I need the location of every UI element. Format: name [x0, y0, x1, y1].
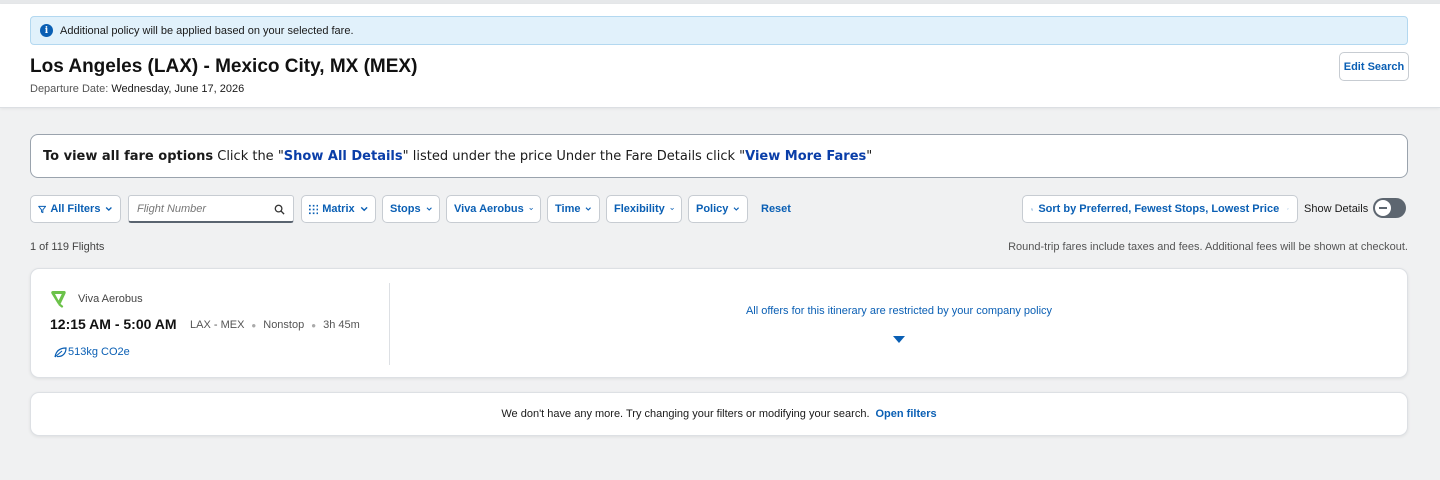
fare-hint-heading: To view all fare options — [43, 148, 214, 164]
chevron-down-icon — [529, 207, 533, 211]
duration-info: 3h 45m — [323, 319, 360, 331]
info-icon: i — [40, 24, 53, 37]
end-of-results-card: We don't have any more. Try changing you… — [30, 392, 1408, 436]
stops-filter-button[interactable]: Stops — [382, 195, 440, 223]
chevron-down-icon — [586, 207, 592, 211]
airline-filter-label: Viva Aerobus — [454, 203, 524, 215]
co2-emissions[interactable]: 513kg CO2e — [54, 346, 130, 358]
fare-hint-text-2: " listed under the price Under the Fare … — [402, 148, 746, 164]
stops-info: Nonstop — [263, 319, 305, 331]
departure-date: Departure Date: Wednesday, June 17, 2026 — [30, 83, 244, 95]
toggle-knob — [1375, 200, 1391, 216]
chevron-down-icon — [670, 207, 674, 211]
fare-hint-text-3: " — [866, 148, 873, 164]
flexibility-label: Flexibility — [614, 203, 665, 215]
chevron-down-icon — [1287, 208, 1289, 210]
sort-label: Sort by Preferred, Fewest Stops, Lowest … — [1038, 203, 1280, 215]
airline-filter-button[interactable]: Viva Aerobus — [446, 195, 541, 223]
chevron-down-icon — [360, 206, 368, 212]
chevron-down-icon — [733, 207, 740, 211]
show-all-details-link[interactable]: Show All Details — [284, 149, 403, 164]
fare-options-hint: To view all fare options Click the " Sho… — [30, 134, 1408, 178]
show-details-toggle[interactable] — [1373, 198, 1406, 218]
page-title: Los Angeles (LAX) - Mexico City, MX (MEX… — [30, 56, 418, 77]
search-header: i Additional policy will be applied base… — [0, 4, 1440, 108]
policy-banner: i Additional policy will be applied base… — [30, 16, 1408, 45]
all-filters-label: All Filters — [50, 203, 101, 215]
matrix-label: Matrix — [322, 203, 355, 215]
flight-result-card[interactable]: Viva Aerobus 12:15 AM - 5:00 AM LAX - ME… — [30, 268, 1408, 378]
fare-note: Round-trip fares include taxes and fees.… — [1008, 241, 1408, 253]
route-info: LAX - MEX ● Nonstop ● 3h 45m — [190, 319, 360, 331]
view-more-fares-link[interactable]: View More Fares — [745, 149, 866, 164]
sort-button[interactable]: Sort by Preferred, Fewest Stops, Lowest … — [1022, 195, 1298, 223]
flight-times: 12:15 AM - 5:00 AM — [50, 316, 177, 332]
filter-icon — [38, 205, 47, 213]
policy-banner-text: Additional policy will be applied based … — [60, 24, 354, 37]
chevron-down-icon — [106, 207, 113, 212]
departure-value: Wednesday, June 17, 2026 — [111, 83, 245, 95]
leaf-icon — [54, 346, 67, 357]
open-filters-link[interactable]: Open filters — [876, 408, 937, 420]
policy-label: Policy — [696, 203, 729, 215]
caret-down-icon[interactable] — [892, 335, 906, 344]
search-icon[interactable] — [274, 204, 285, 215]
matrix-button[interactable]: Matrix — [301, 195, 376, 223]
viva-aerobus-logo-icon — [51, 291, 66, 308]
reset-filters-link[interactable]: Reset — [761, 203, 791, 215]
card-divider — [389, 283, 390, 365]
restriction-message: All offers for this itinerary are restri… — [745, 305, 1053, 317]
end-of-results-text: We don't have any more. Try changing you… — [501, 408, 870, 420]
time-label: Time — [555, 203, 581, 215]
sort-icon — [1031, 207, 1034, 211]
flight-number-field[interactable] — [128, 195, 294, 223]
departure-label: Departure Date: — [30, 83, 109, 95]
all-filters-button[interactable]: All Filters — [30, 195, 121, 223]
chevron-down-icon — [426, 207, 432, 211]
time-filter-button[interactable]: Time — [547, 195, 600, 223]
fare-hint-text-1: Click the " — [213, 148, 284, 164]
co2-value: 513kg CO2e — [68, 346, 130, 358]
route-code: LAX - MEX — [190, 319, 245, 331]
policy-filter-button[interactable]: Policy — [688, 195, 748, 223]
results-count: 1 of 119 Flights — [30, 241, 105, 253]
grid-icon — [309, 204, 319, 214]
flight-number-input[interactable] — [137, 202, 267, 215]
stops-label: Stops — [390, 203, 421, 215]
show-details-label: Show Details — [1304, 203, 1369, 215]
flexibility-filter-button[interactable]: Flexibility — [606, 195, 682, 223]
edit-search-button[interactable]: Edit Search — [1339, 52, 1409, 81]
airline-name: Viva Aerobus — [78, 293, 143, 305]
